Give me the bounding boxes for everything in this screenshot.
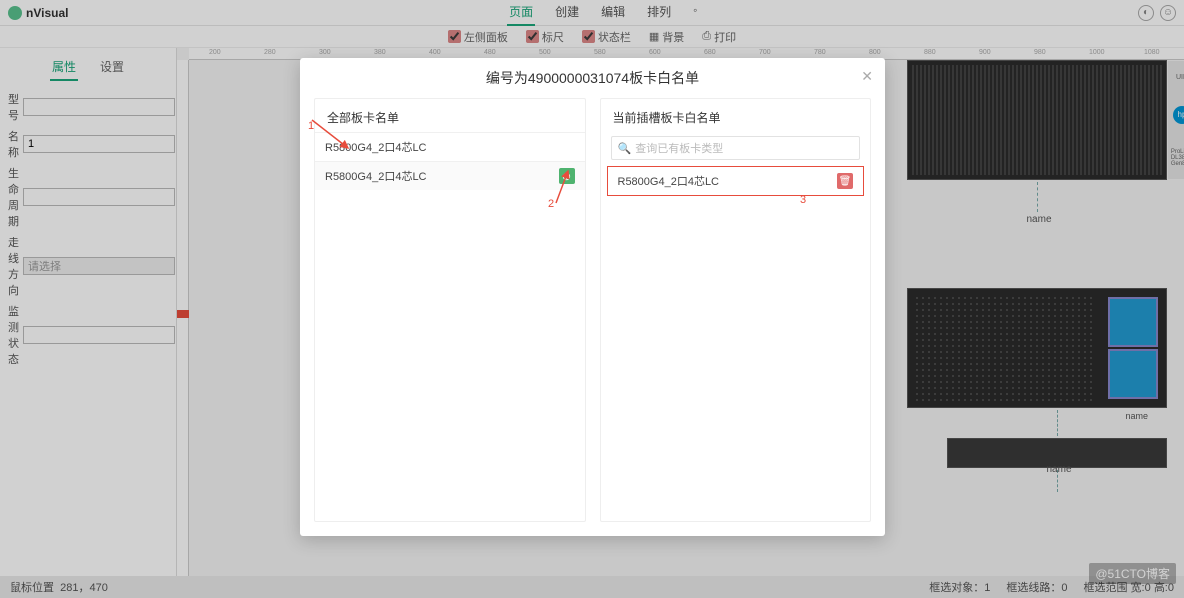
search-icon: 🔍 [618, 142, 632, 155]
panel-slot-whitelist: 当前插槽板卡白名单 🔍 查询已有板卡类型 R5800G4_2口4芯LC 🗑 [600, 98, 872, 522]
modal-header: 编号为4900000031074板卡白名单 ✕ [300, 58, 885, 98]
modal-title: 编号为4900000031074板卡白名单 [486, 68, 699, 88]
annotation-arrow-1 [310, 118, 360, 158]
whitelist-modal: 编号为4900000031074板卡白名单 ✕ 全部板卡名单 R5800G4_2… [300, 58, 885, 536]
list-item-selected[interactable]: R5800G4_2口4芯LC 🗑 [607, 166, 865, 196]
search-input[interactable]: 🔍 查询已有板卡类型 [611, 136, 861, 160]
card-name: R5800G4_2口4芯LC [618, 173, 720, 189]
card-name: R5800G4_2口4芯LC [325, 168, 427, 184]
delete-button[interactable]: 🗑 [837, 173, 853, 189]
annotation-arrow-2 [548, 167, 578, 207]
panel-slot-title: 当前插槽板卡白名单 [601, 99, 871, 132]
panel-all-cards: 全部板卡名单 R5800G4_2口4芯LC R5800G4_2口4芯LC ⊕ [314, 98, 586, 522]
close-icon[interactable]: ✕ [861, 68, 873, 85]
watermark: @51CTO博客 [1089, 563, 1176, 584]
search-placeholder: 查询已有板卡类型 [635, 140, 723, 156]
list-item[interactable]: R5800G4_2口4芯LC ⊕ [315, 161, 585, 190]
